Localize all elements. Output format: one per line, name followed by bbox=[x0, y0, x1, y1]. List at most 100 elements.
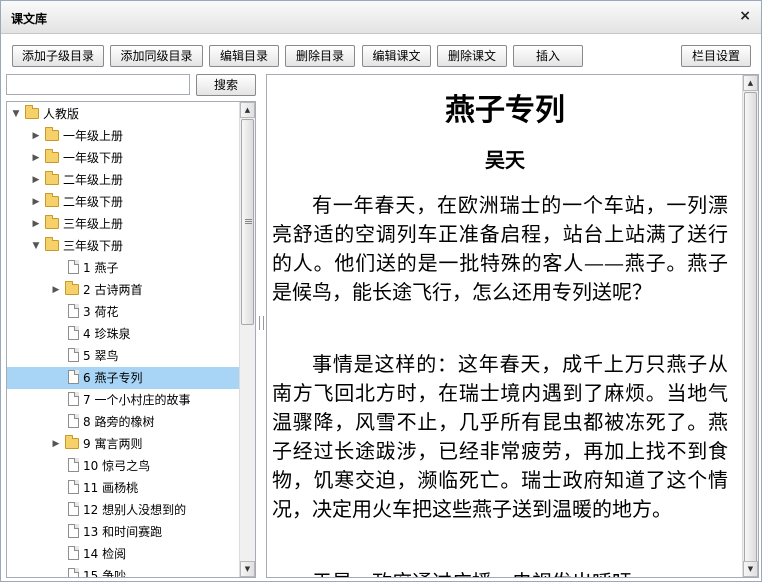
tree-item-label: 10 惊弓之鸟 bbox=[83, 459, 151, 473]
tree-document-item[interactable]: 11 画杨桃 bbox=[7, 477, 240, 499]
search-button[interactable]: 搜索 bbox=[196, 74, 256, 96]
tree-item-label: 二年级下册 bbox=[63, 195, 124, 209]
tree-item-label: 5 翠鸟 bbox=[83, 349, 119, 363]
tree-document-item[interactable]: 8 路旁的橡树 bbox=[7, 411, 240, 433]
lesson-paragraph-3: 于是，政府通过广播、电视发出呼吁 bbox=[272, 568, 728, 577]
tree-folder-item[interactable]: ▶ 二年级下册 bbox=[7, 191, 240, 213]
tree-document-item[interactable]: 5 翠鸟 bbox=[7, 345, 240, 367]
tree-item-label: 9 寓言两则 bbox=[83, 437, 143, 451]
tree-item-label: 2 古诗两首 bbox=[83, 283, 143, 297]
tree-folder-item[interactable]: ▶ 2 古诗两首 bbox=[7, 279, 240, 301]
add-sibling-directory-button[interactable]: 添加同级目录 bbox=[110, 45, 203, 67]
expand-arrow-icon[interactable]: ▶ bbox=[31, 147, 41, 169]
tree-item-label: 一年级上册 bbox=[63, 129, 124, 143]
document-icon bbox=[68, 502, 79, 516]
tree-folder-item[interactable]: ▶ 三年级上册 bbox=[7, 213, 240, 235]
delete-directory-button[interactable]: 删除目录 bbox=[285, 45, 355, 67]
expand-arrow-icon[interactable]: ▶ bbox=[31, 191, 41, 213]
tree-item-label: 8 路旁的橡树 bbox=[83, 415, 155, 429]
document-icon bbox=[68, 414, 79, 428]
tree-item-label: 3 荷花 bbox=[83, 305, 119, 319]
search-input[interactable] bbox=[6, 74, 190, 95]
tree-item-label: 12 想别人没想到的 bbox=[83, 503, 187, 517]
document-icon bbox=[68, 524, 79, 538]
folder-icon bbox=[45, 127, 59, 141]
tree-document-item[interactable]: 10 惊弓之鸟 bbox=[7, 455, 240, 477]
folder-icon bbox=[65, 435, 79, 449]
expand-arrow-icon[interactable]: ▶ bbox=[51, 279, 61, 301]
document-icon bbox=[68, 260, 79, 274]
tree-folder-item[interactable]: ▶ 二年级上册 bbox=[7, 169, 240, 191]
folder-icon bbox=[45, 193, 59, 207]
document-icon bbox=[68, 480, 79, 494]
content-scroll-thumb[interactable] bbox=[744, 92, 757, 570]
tree-scroll-thumb[interactable] bbox=[241, 119, 254, 325]
tree-item-label: 二年级上册 bbox=[63, 173, 124, 187]
tree-scrollbar[interactable]: ▲ ▼ bbox=[239, 102, 255, 577]
collapse-arrow-icon[interactable]: ▼ bbox=[11, 103, 21, 125]
tree-item-label: 11 画杨桃 bbox=[83, 481, 139, 495]
expand-arrow-icon[interactable]: ▶ bbox=[31, 169, 41, 191]
folder-icon bbox=[65, 281, 79, 295]
folder-open-icon bbox=[45, 237, 59, 251]
tree-item-label: 人教版 bbox=[43, 107, 80, 121]
lesson-title: 燕子专列 bbox=[445, 93, 565, 128]
edit-directory-button[interactable]: 编辑目录 bbox=[209, 45, 279, 67]
tree-folder-item[interactable]: ▼ 三年级下册 bbox=[7, 235, 240, 257]
tree-item-label: 13 和时间赛跑 bbox=[83, 525, 163, 539]
close-icon[interactable]: × bbox=[739, 8, 751, 24]
tree-document-item[interactable]: 13 和时间赛跑 bbox=[7, 521, 240, 543]
lesson-library-window: 课文库 × 添加子级目录 添加同级目录 编辑目录 删除目录 编辑课文 删除课文 … bbox=[0, 0, 762, 582]
tree-item-label: 一年级下册 bbox=[63, 151, 124, 165]
tree-document-item[interactable]: 7 一个小村庄的故事 bbox=[7, 389, 240, 411]
tree-folder-item[interactable]: ▶ 一年级下册 bbox=[7, 147, 240, 169]
document-icon bbox=[68, 458, 79, 472]
folder-icon bbox=[45, 171, 59, 185]
directory-tree: ▼ 人教版 ▶ 一年级上册 ▶ 一年级下册 ▶ 二年级上册 ▶ 二年级下册 ▶ 三年级上册 ▼ 三年级下册… bbox=[6, 101, 256, 578]
folder-icon bbox=[45, 149, 59, 163]
tree-item-label: 6 燕子专列 bbox=[83, 371, 143, 385]
tree-document-item[interactable]: 15 争吵 bbox=[7, 565, 240, 578]
content-scrollbar[interactable]: ▲ ▼ bbox=[742, 75, 758, 577]
scroll-down-icon[interactable]: ▼ bbox=[240, 561, 255, 577]
panel-splitter[interactable] bbox=[259, 316, 264, 330]
tree-item-label: 14 检阅 bbox=[83, 547, 127, 561]
insert-button[interactable]: 插入 bbox=[513, 45, 583, 67]
document-icon bbox=[68, 568, 79, 577]
tree-document-item[interactable]: 1 燕子 bbox=[7, 257, 240, 279]
document-icon bbox=[68, 348, 79, 362]
tree-document-item[interactable]: 14 检阅 bbox=[7, 543, 240, 565]
tree-document-item[interactable]: 12 想别人没想到的 bbox=[7, 499, 240, 521]
expand-arrow-icon[interactable]: ▶ bbox=[31, 213, 41, 235]
document-icon bbox=[68, 370, 79, 384]
folder-icon bbox=[45, 215, 59, 229]
folder-open-icon bbox=[25, 105, 39, 119]
title-bar: 课文库 × bbox=[1, 1, 761, 34]
tree-item-label: 15 争吵 bbox=[83, 569, 127, 578]
document-icon bbox=[68, 304, 79, 318]
tree-folder-item[interactable]: ▶ 9 寓言两则 bbox=[7, 433, 240, 455]
tree-folder-item[interactable]: ▶ 一年级上册 bbox=[7, 125, 240, 147]
content-scroll-down-icon[interactable]: ▼ bbox=[743, 561, 758, 577]
expand-arrow-icon[interactable]: ▶ bbox=[31, 125, 41, 147]
tree-folder-item[interactable]: ▼ 人教版 bbox=[7, 103, 240, 125]
column-settings-button[interactable]: 栏目设置 bbox=[681, 45, 751, 67]
lesson-paragraph-1: 有一年春天，在欧洲瑞士的一个车站，一列漂亮舒适的空调列车正准备启程，站台上站满了… bbox=[272, 193, 728, 304]
add-child-directory-button[interactable]: 添加子级目录 bbox=[12, 45, 104, 67]
tree-document-item[interactable]: 6 燕子专列 bbox=[7, 367, 240, 389]
content-scroll-up-icon[interactable]: ▲ bbox=[743, 75, 758, 91]
expand-arrow-icon[interactable]: ▶ bbox=[51, 433, 61, 455]
tree-item-label: 三年级上册 bbox=[63, 217, 124, 231]
tree-document-item[interactable]: 4 珍珠泉 bbox=[7, 323, 240, 345]
document-icon bbox=[68, 392, 79, 406]
document-icon bbox=[68, 546, 79, 560]
tree-item-label: 1 燕子 bbox=[83, 261, 119, 275]
edit-lesson-button[interactable]: 编辑课文 bbox=[362, 45, 431, 67]
toolbar: 添加子级目录 添加同级目录 编辑目录 删除目录 编辑课文 删除课文 插入 栏目设… bbox=[1, 35, 761, 71]
lesson-content-panel: 燕子专列 吴天 有一年春天，在欧洲瑞士的一个车站，一列漂亮舒适的空调列车正准备启… bbox=[266, 74, 759, 578]
collapse-arrow-icon[interactable]: ▼ bbox=[31, 235, 41, 257]
tree-item-label: 7 一个小村庄的故事 bbox=[83, 393, 191, 407]
tree-document-item[interactable]: 3 荷花 bbox=[7, 301, 240, 323]
delete-lesson-button[interactable]: 删除课文 bbox=[437, 45, 507, 67]
scroll-up-icon[interactable]: ▲ bbox=[240, 102, 255, 118]
